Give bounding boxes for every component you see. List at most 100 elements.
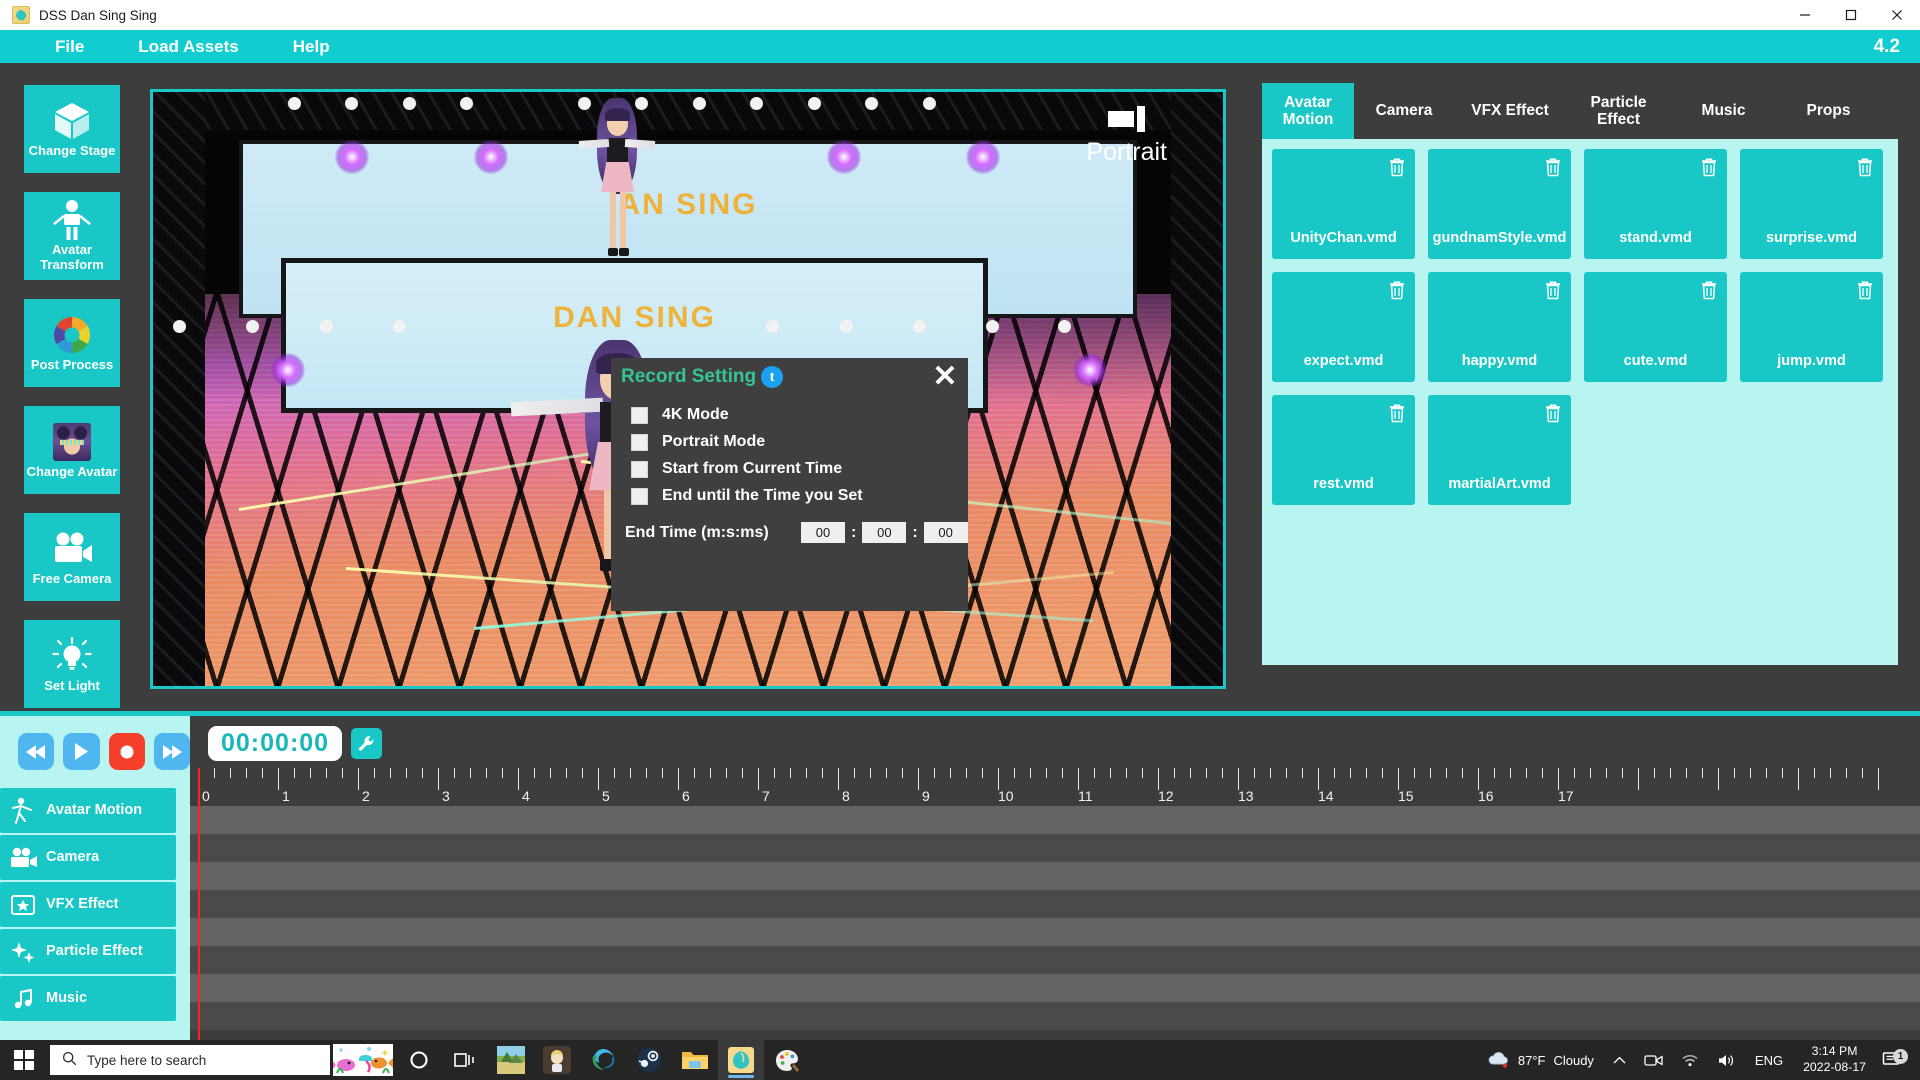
trash-icon[interactable] bbox=[1388, 280, 1406, 305]
motion-card[interactable]: UnityChan.vmd bbox=[1272, 149, 1415, 259]
menu-item-load-assets[interactable]: Load Assets bbox=[128, 30, 248, 63]
checkbox-row-end-until-time-set[interactable]: End until the Time you Set bbox=[631, 487, 863, 505]
motion-card[interactable]: surprise.vmd bbox=[1740, 149, 1883, 259]
track-row[interactable] bbox=[190, 834, 1920, 862]
trash-icon[interactable] bbox=[1544, 157, 1562, 182]
timeline-ruler[interactable]: 0 1 2 3 4 5 6 7 8 9 10 11 12 13 14 15 16… bbox=[190, 768, 1920, 806]
file-explorer-icon[interactable] bbox=[672, 1040, 718, 1080]
tool-free-camera[interactable]: Free Camera bbox=[24, 513, 120, 601]
ruler-label: 8 bbox=[842, 788, 850, 804]
track-label-particle-effect[interactable]: Particle Effect bbox=[0, 929, 176, 974]
game-app-icon[interactable] bbox=[488, 1040, 534, 1080]
tab-particle-effect[interactable]: Particle Effect bbox=[1566, 83, 1671, 139]
track-row[interactable] bbox=[190, 918, 1920, 946]
checkbox-end-until-time-set[interactable] bbox=[631, 487, 648, 505]
chevron-up-icon[interactable] bbox=[1604, 1056, 1635, 1065]
checkbox-row-portrait-mode[interactable]: Portrait Mode bbox=[631, 433, 765, 451]
timecode-display[interactable]: 00:00:00 bbox=[208, 726, 343, 761]
track-row[interactable] bbox=[190, 862, 1920, 890]
track-row[interactable] bbox=[190, 806, 1920, 834]
track-label-camera[interactable]: Camera bbox=[0, 835, 176, 880]
trash-icon[interactable] bbox=[1700, 280, 1718, 305]
steam-icon[interactable] bbox=[626, 1040, 672, 1080]
checkbox-4k-mode[interactable] bbox=[631, 406, 648, 424]
menu-item-help[interactable]: Help bbox=[283, 30, 340, 63]
end-time-label: End Time (m:s:ms) bbox=[625, 524, 769, 541]
motion-card[interactable]: stand.vmd bbox=[1584, 149, 1727, 259]
tool-change-avatar[interactable]: Change Avatar bbox=[24, 406, 120, 494]
trash-icon[interactable] bbox=[1856, 280, 1874, 305]
edge-icon[interactable] bbox=[580, 1040, 626, 1080]
track-label-avatar-motion[interactable]: Avatar Motion bbox=[0, 788, 176, 833]
paint-icon[interactable] bbox=[764, 1040, 810, 1080]
motion-card[interactable]: gundnamStyle.vmd bbox=[1428, 149, 1571, 259]
trash-icon[interactable] bbox=[1544, 403, 1562, 428]
meet-now-icon[interactable] bbox=[1635, 1053, 1672, 1068]
tool-post-process[interactable]: Post Process bbox=[24, 299, 120, 387]
motion-card[interactable]: happy.vmd bbox=[1428, 272, 1571, 382]
tab-camera[interactable]: Camera bbox=[1354, 83, 1454, 139]
tool-set-light[interactable]: Set Light bbox=[24, 620, 120, 708]
tab-vfx-effect[interactable]: VFX Effect bbox=[1454, 83, 1566, 139]
ruler-label: 6 bbox=[682, 788, 690, 804]
language-indicator[interactable]: ENG bbox=[1745, 1053, 1793, 1068]
tool-avatar-transform[interactable]: Avatar Transform bbox=[24, 192, 120, 280]
windows-start-icon[interactable] bbox=[0, 1040, 48, 1080]
trash-icon[interactable] bbox=[1388, 157, 1406, 182]
track-label-music[interactable]: Music bbox=[0, 976, 176, 1021]
motion-card[interactable]: jump.vmd bbox=[1740, 272, 1883, 382]
record-button[interactable] bbox=[108, 733, 145, 770]
timeline-track-area[interactable]: 00:00:00 0 1 2 3 4 5 6 7 8 9 10 11 12 13… bbox=[190, 716, 1920, 1040]
end-time-minutes-input[interactable]: 00 bbox=[801, 522, 845, 543]
checkbox-row-start-from-current-time[interactable]: Start from Current Time bbox=[631, 460, 842, 478]
trash-icon[interactable] bbox=[1700, 157, 1718, 182]
play-button[interactable] bbox=[63, 733, 100, 770]
checkbox-label: Portrait Mode bbox=[662, 433, 766, 450]
motion-card[interactable]: rest.vmd bbox=[1272, 395, 1415, 505]
track-row[interactable] bbox=[190, 946, 1920, 974]
notification-icon[interactable]: 1 bbox=[1876, 1049, 1912, 1069]
close-icon[interactable]: ✕ bbox=[928, 360, 962, 394]
cortana-icon[interactable] bbox=[396, 1040, 442, 1080]
end-time-milliseconds-input[interactable]: 00 bbox=[923, 522, 968, 543]
taskbar-search-input[interactable]: Type here to search bbox=[50, 1045, 330, 1075]
motion-card[interactable]: martialArt.vmd bbox=[1428, 395, 1571, 505]
end-time-seconds-input[interactable]: 00 bbox=[862, 522, 907, 543]
rewind-button[interactable] bbox=[18, 733, 55, 770]
checkbox-start-from-current-time[interactable] bbox=[631, 460, 648, 478]
ruler-label: 16 bbox=[1478, 788, 1494, 804]
checkbox-row-4k-mode[interactable]: 4K Mode bbox=[631, 406, 729, 424]
trash-icon[interactable] bbox=[1388, 403, 1406, 428]
taskbar-clock[interactable]: 3:14 PM 2022-08-17 bbox=[1793, 1044, 1876, 1075]
tab-music[interactable]: Music bbox=[1671, 83, 1776, 139]
fast-forward-button[interactable] bbox=[153, 733, 190, 770]
speaker-icon[interactable] bbox=[1708, 1053, 1745, 1068]
track-row[interactable] bbox=[190, 974, 1920, 1002]
weather-widget[interactable]: 87°F Cloudy bbox=[1476, 1050, 1604, 1071]
anime-game-icon[interactable] bbox=[534, 1040, 580, 1080]
track-row[interactable] bbox=[190, 890, 1920, 918]
tab-props[interactable]: Props bbox=[1776, 83, 1881, 139]
fish-widget-icon[interactable] bbox=[330, 1040, 396, 1080]
close-icon[interactable] bbox=[1874, 0, 1920, 30]
motion-card[interactable]: expect.vmd bbox=[1272, 272, 1415, 382]
trash-icon[interactable] bbox=[1544, 280, 1562, 305]
tab-avatar-motion[interactable]: Avatar Motion bbox=[1262, 83, 1354, 139]
tool-change-stage[interactable]: Change Stage bbox=[24, 85, 120, 173]
task-view-icon[interactable] bbox=[442, 1040, 488, 1080]
track-row[interactable] bbox=[190, 1002, 1920, 1030]
maximize-icon[interactable] bbox=[1828, 0, 1874, 30]
playhead[interactable] bbox=[198, 768, 200, 1040]
avatar-thumbnail-icon bbox=[53, 421, 91, 463]
motion-card[interactable]: cute.vmd bbox=[1584, 272, 1727, 382]
dss-app-icon[interactable] bbox=[718, 1040, 764, 1080]
motion-card-name: rest.vmd bbox=[1313, 476, 1374, 493]
trash-icon[interactable] bbox=[1856, 157, 1874, 182]
track-label-vfx-effect[interactable]: VFX Effect bbox=[0, 882, 176, 927]
checkbox-portrait-mode[interactable] bbox=[631, 433, 648, 451]
twitter-icon[interactable]: t bbox=[761, 366, 784, 388]
minimize-icon[interactable] bbox=[1782, 0, 1828, 30]
wifi-icon[interactable] bbox=[1672, 1053, 1708, 1067]
menu-item-file[interactable]: File bbox=[45, 30, 94, 63]
wrench-icon[interactable] bbox=[351, 728, 383, 759]
